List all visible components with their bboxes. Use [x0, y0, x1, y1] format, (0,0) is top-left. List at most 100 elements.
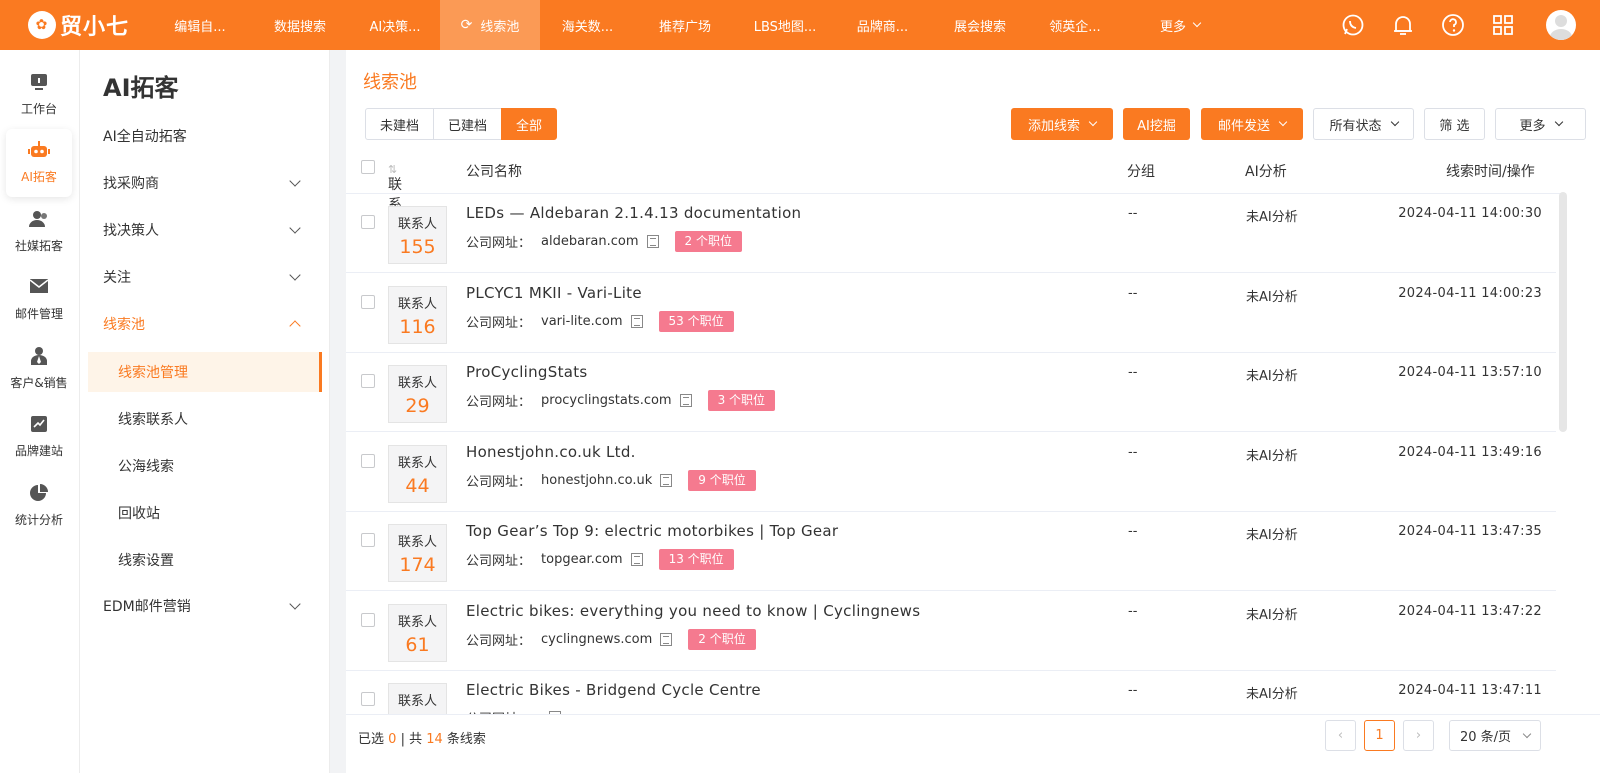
rail-item-6[interactable]: 统计分析 — [6, 471, 72, 539]
table-row[interactable]: 联系人 29 ProCyclingStats 公司网址： procyclingstats… — [346, 353, 1556, 432]
monitor-icon — [29, 72, 49, 94]
contact-count-box[interactable]: 联系人 44 — [388, 444, 447, 503]
add-lead-button[interactable]: 添加线索 — [1011, 108, 1113, 140]
table-row[interactable]: 联系人 155 LEDs — Aldebaran 2.1.4.13 document… — [346, 194, 1556, 273]
contact-count-box[interactable]: 联系人 61 — [388, 603, 447, 662]
top-nav-item-7[interactable]: 品牌商... — [835, 0, 930, 50]
ai-mine-button[interactable]: AI挖掘 — [1123, 108, 1190, 140]
prev-page-button[interactable]: ‹ — [1325, 720, 1356, 751]
jobs-badge[interactable]: 2 个职位 — [688, 628, 756, 650]
site-url[interactable]: aldebaran.com — [541, 234, 639, 249]
rail-item-0[interactable]: 工作台 — [6, 60, 72, 128]
submenu-item-0[interactable]: AI全自动拓客 — [103, 121, 303, 151]
contact-count-box[interactable]: 联系人 155 — [388, 206, 447, 264]
top-nav-item-1[interactable]: 数据搜索 — [250, 0, 350, 50]
rail-item-3[interactable]: 邮件管理 — [6, 266, 72, 334]
row-checkbox[interactable] — [361, 215, 375, 229]
tab-1[interactable]: 已建档 — [433, 108, 503, 140]
site-url[interactable]: procyclingstats.com — [541, 393, 672, 408]
top-nav-item-9[interactable]: 领英企... — [1030, 0, 1120, 50]
top-nav-item-8[interactable]: 展会搜索 — [930, 0, 1030, 50]
document-icon[interactable] — [660, 632, 673, 646]
submenu-child-2[interactable]: 公海线索 — [88, 446, 322, 486]
apps-grid-icon[interactable] — [1490, 12, 1516, 38]
submenu-item-1[interactable]: 找采购商 — [103, 168, 303, 198]
user-avatar[interactable] — [1546, 10, 1576, 40]
contact-count-box[interactable]: 联系人 116 — [388, 285, 447, 344]
document-icon[interactable] — [646, 235, 659, 248]
company-name[interactable]: Top Gear’s Top 9: electric motorbikes | … — [466, 522, 838, 540]
top-nav-item-5[interactable]: 推荐广场 — [635, 0, 735, 50]
site-url[interactable]: cyclingnews.com — [541, 632, 652, 647]
contact-count-box[interactable]: 联系人 — [388, 683, 447, 714]
submenu-item-4[interactable]: 线索池 — [103, 309, 303, 339]
top-nav-item-2[interactable]: AI决策... — [350, 0, 440, 50]
jobs-badge[interactable]: 53 个职位 — [658, 310, 734, 332]
row-ai-status: 未AI分析 — [1246, 607, 1298, 623]
table-row[interactable]: 联系人 Electric Bikes - Bridgend Cycle Centr… — [346, 671, 1556, 714]
status-select[interactable]: 所有状态 — [1313, 108, 1414, 140]
rail-item-4[interactable]: 客户&销售 — [6, 334, 72, 402]
rail-item-2[interactable]: 社媒拓客 — [6, 197, 72, 265]
whatsapp-icon[interactable] — [1340, 12, 1366, 38]
more-button[interactable]: 更多 — [1495, 108, 1586, 140]
row-checkbox[interactable] — [361, 612, 375, 627]
table-row[interactable]: 联系人 116 PLCYC1 MKII - Vari-Lite 公司网址： vari-l… — [346, 274, 1556, 353]
top-nav-item-3[interactable]: ⟳ 线索池 — [440, 0, 540, 50]
site-url[interactable]: topgear.com — [541, 552, 623, 567]
top-nav-item-4[interactable]: 海关数... — [540, 0, 635, 50]
tab-2[interactable]: 全部 — [501, 108, 558, 140]
row-ai-status: 未AI分析 — [1246, 210, 1298, 225]
jobs-badge[interactable]: 13 个职位 — [658, 549, 734, 570]
bell-icon[interactable] — [1390, 12, 1416, 38]
column-contact[interactable]: 联系人 ⇅ — [388, 161, 402, 233]
jobs-badge[interactable]: 3 个职位 — [707, 390, 776, 411]
table-row[interactable]: 联系人 44 Honestjohn.co.uk Ltd. 公司网址： honestjoh… — [346, 433, 1556, 512]
company-name[interactable]: LEDs — Aldebaran 2.1.4.13 documentation — [466, 204, 801, 222]
company-name[interactable]: Honestjohn.co.uk Ltd. — [466, 443, 636, 461]
jobs-badge[interactable]: 2 个职位 — [674, 231, 742, 252]
company-name[interactable]: ProCyclingStats — [466, 363, 588, 381]
document-icon[interactable] — [630, 553, 643, 566]
table-row[interactable]: 联系人 61 Electric bikes: everything you need… — [346, 592, 1556, 671]
page-number-button[interactable]: 1 — [1364, 720, 1395, 751]
top-nav-item-0[interactable]: 编辑自... — [150, 0, 250, 50]
company-name[interactable]: PLCYC1 MKII - Vari-Lite — [466, 284, 642, 302]
row-checkbox[interactable] — [361, 692, 375, 706]
send-mail-button[interactable]: 邮件发送 — [1201, 108, 1303, 140]
contact-count-box[interactable]: 联系人 29 — [388, 365, 447, 423]
tab-0[interactable]: 未建档 — [365, 108, 435, 140]
site-url[interactable]: vari-lite.com — [541, 314, 623, 329]
help-icon[interactable] — [1440, 12, 1466, 38]
submenu-item-3[interactable]: 关注 — [103, 262, 303, 292]
top-nav-item-6[interactable]: LBS地图... — [735, 0, 835, 50]
table-scrollbar[interactable] — [1559, 192, 1567, 432]
document-icon[interactable] — [630, 314, 643, 328]
rail-item-5[interactable]: 品牌建站 — [6, 403, 72, 471]
document-icon[interactable] — [679, 394, 692, 407]
filter-button[interactable]: 筛 选 — [1424, 108, 1485, 140]
jobs-badge[interactable]: 9 个职位 — [688, 469, 756, 491]
row-checkbox[interactable] — [361, 374, 375, 388]
contact-count-box[interactable]: 联系人 174 — [388, 524, 447, 582]
select-all-checkbox[interactable] — [361, 160, 375, 174]
submenu-child-1[interactable]: 线索联系人 — [88, 399, 322, 439]
site-url[interactable]: honestjohn.co.uk — [541, 473, 652, 488]
submenu-item-edm[interactable]: EDM邮件营销 — [103, 591, 303, 621]
document-icon[interactable] — [660, 473, 673, 487]
company-name[interactable]: Electric Bikes - Bridgend Cycle Centre — [466, 681, 761, 699]
table-row[interactable]: 联系人 174 Top Gear’s Top 9: electric motorbi… — [346, 512, 1556, 591]
submenu-child-3[interactable]: 回收站 — [88, 493, 322, 533]
row-checkbox[interactable] — [361, 453, 375, 468]
rail-item-1[interactable]: AI拓客 — [6, 128, 72, 197]
row-checkbox[interactable] — [361, 533, 375, 547]
company-name[interactable]: Electric bikes: everything you need to k… — [466, 602, 920, 620]
next-page-button[interactable]: › — [1403, 720, 1434, 751]
row-checkbox[interactable] — [361, 294, 375, 309]
submenu-child-0[interactable]: 线索池管理 — [88, 352, 322, 392]
page-size-select[interactable]: 20 条/页 — [1449, 720, 1541, 751]
top-nav-item-10[interactable]: 更多 — [1120, 0, 1240, 50]
brand-logo[interactable]: ✿ 贸小七 — [0, 0, 150, 50]
submenu-item-2[interactable]: 找决策人 — [103, 215, 303, 245]
submenu-child-4[interactable]: 线索设置 — [88, 540, 322, 580]
